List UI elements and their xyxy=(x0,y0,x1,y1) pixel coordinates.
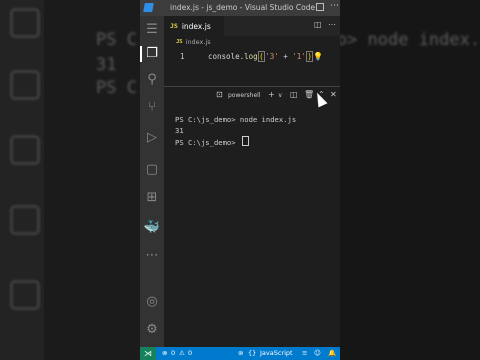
code-identifier: console xyxy=(208,52,240,61)
extensions-icon[interactable]: ⊞ xyxy=(144,190,160,206)
source-control-icon[interactable]: ⑂ xyxy=(144,100,160,116)
status-bar: ⋊ ⊗ 0 ⚠ 0 ⊚ {} JavaScript ≡ ☺ 🔔 xyxy=(140,347,340,360)
background-line: PS C:\js_demo> [] xyxy=(96,78,140,98)
code-operator: + xyxy=(278,52,293,61)
bell-icon[interactable]: 🔔 xyxy=(328,349,336,357)
code-string: '1' xyxy=(292,52,306,61)
remote-indicator-icon[interactable]: ⋊ xyxy=(140,347,156,360)
active-indicator xyxy=(140,46,142,62)
tab-bar: JS index.js ◫ ⋯ xyxy=(164,16,340,36)
feedback-icon[interactable]: ☺ xyxy=(314,349,321,357)
terminal-line: PS C:\js_demo> xyxy=(175,138,240,147)
javascript-file-icon: JS xyxy=(170,22,178,30)
layout-icon[interactable] xyxy=(316,3,324,11)
error-count[interactable]: 0 xyxy=(171,349,175,357)
code-text[interactable]: console.log('3' + '1') 💡 xyxy=(208,51,323,62)
breadcrumb[interactable]: JS index.js xyxy=(176,38,211,46)
run-debug-icon[interactable]: ▷ xyxy=(144,130,160,146)
background-left: PS C:\js_demo> node index.js 31 PS C:\js… xyxy=(0,0,140,360)
more-actions-icon[interactable]: ⋯ xyxy=(328,20,336,29)
terminal-line: 31 xyxy=(175,125,184,135)
title-bar: index.js - js_demo - Visual Studio Code … xyxy=(140,0,340,16)
terminal-output[interactable]: PS C:\js_demo> node index.js 31 PS C:\js_d… xyxy=(175,115,296,149)
vscode-logo-icon xyxy=(143,3,154,12)
tab-label: index.js xyxy=(181,21,211,31)
manage-gear-icon[interactable]: ⚙ xyxy=(144,322,160,338)
vscode-window: index.js - js_demo - Visual Studio Code … xyxy=(140,0,340,360)
activity-bar: ☰ ❐ ⚲ ⑂ ▷ ▢ ⊞ 🐳 ⋯ ◎ ⚙ 1 xyxy=(140,16,164,354)
error-icon[interactable]: ⊗ xyxy=(162,349,167,357)
terminal-name[interactable]: powershell xyxy=(228,92,261,99)
background-line: PS C:\js_demo> node index.js xyxy=(96,30,140,50)
code-function: log xyxy=(244,52,258,61)
background-icon xyxy=(10,8,40,38)
language-mode[interactable]: JavaScript xyxy=(260,349,293,357)
explorer-icon[interactable]: ❐ xyxy=(144,46,160,62)
background-right: PS C:\js_demo> node index.js xyxy=(340,0,480,360)
line-number: 1 xyxy=(180,52,185,61)
code-string: '3' xyxy=(265,52,279,61)
background-line: PS C:\js_demo> node index.js xyxy=(340,30,480,50)
lightbulb-icon[interactable]: 💡 xyxy=(313,52,323,61)
warning-icon[interactable]: ⚠ xyxy=(179,349,185,357)
terminal-cursor xyxy=(241,136,249,146)
code-line[interactable]: 1 console.log('3' + '1') 💡 xyxy=(164,50,340,64)
terminal-prompt: PS C:\js_demo> xyxy=(175,136,296,149)
format-icon[interactable]: ≡ xyxy=(302,349,307,357)
terminal-panel: ⊡ powershell + ∨ ◫ 🗑 ⌃ ✕ PS C:\js_demo> … xyxy=(164,86,340,348)
account-icon[interactable]: ◎ xyxy=(144,294,160,310)
terminal-icon: ⊡ xyxy=(216,90,223,99)
javascript-file-icon: JS xyxy=(176,39,183,45)
split-terminal-icon[interactable]: ◫ xyxy=(290,90,298,99)
more-icon[interactable]: ⋯ xyxy=(330,1,339,11)
docker-icon[interactable]: 🐳 xyxy=(144,220,160,236)
warning-count[interactable]: 0 xyxy=(188,349,192,357)
chevron-down-icon[interactable]: ∨ xyxy=(278,92,282,99)
window-title: index.js - js_demo - Visual Studio Code xyxy=(170,3,316,12)
broadcast-icon[interactable]: ⊚ xyxy=(238,349,243,357)
remote-explorer-icon[interactable]: ▢ xyxy=(144,162,160,178)
braces-icon[interactable]: {} xyxy=(248,349,256,357)
background-line: 31 xyxy=(96,55,117,75)
close-icon[interactable]: ✕ xyxy=(330,90,337,99)
background-icon xyxy=(10,280,40,310)
background-icon xyxy=(10,70,40,100)
more-icon[interactable]: ⋯ xyxy=(144,248,160,264)
breadcrumb-file[interactable]: index.js xyxy=(186,38,211,46)
terminal-line: PS C:\js_demo> node index.js xyxy=(175,115,297,124)
editor: JS index.js ◫ ⋯ JS index.js 1 console.lo… xyxy=(164,16,340,88)
menu-icon[interactable]: ☰ xyxy=(144,22,160,38)
tab-index-js[interactable]: JS index.js xyxy=(164,16,224,36)
background-icon xyxy=(10,135,40,165)
background-icon xyxy=(10,205,40,235)
new-terminal-icon[interactable]: + xyxy=(268,90,275,99)
split-editor-icon[interactable]: ◫ xyxy=(314,20,322,29)
search-icon[interactable]: ⚲ xyxy=(144,72,160,88)
